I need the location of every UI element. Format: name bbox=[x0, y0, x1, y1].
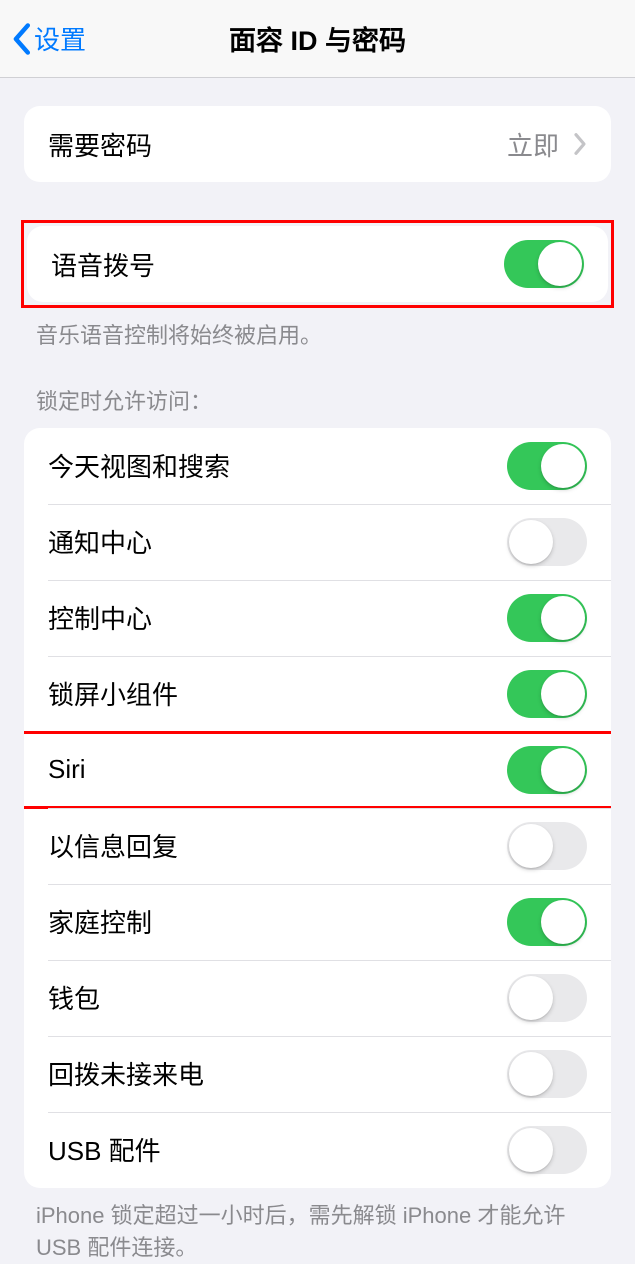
toggle-knob bbox=[509, 1052, 553, 1096]
lock-access-row: 控制中心 bbox=[24, 580, 611, 656]
lock-access-label: 通知中心 bbox=[48, 523, 152, 560]
lock-access-label: Siri bbox=[48, 754, 86, 785]
lock-access-row: 今天视图和搜索 bbox=[24, 428, 611, 504]
toggle-knob bbox=[509, 976, 553, 1020]
lock-access-toggle[interactable] bbox=[507, 518, 587, 566]
back-chevron-icon bbox=[10, 22, 32, 56]
lock-access-row: 锁屏小组件 bbox=[24, 656, 611, 732]
toggle-knob bbox=[541, 444, 585, 488]
toggle-knob bbox=[541, 900, 585, 944]
toggle-knob bbox=[541, 596, 585, 640]
lock-access-label: 今天视图和搜索 bbox=[48, 447, 230, 484]
voice-dial-label: 语音拨号 bbox=[51, 246, 155, 283]
lock-access-label: 回拨未接来电 bbox=[48, 1055, 204, 1092]
toggle-knob bbox=[541, 672, 585, 716]
lock-access-label: USB 配件 bbox=[48, 1131, 161, 1168]
lock-access-row: USB 配件 bbox=[24, 1112, 611, 1188]
lock-access-toggle[interactable] bbox=[507, 974, 587, 1022]
require-passcode-value: 立即 bbox=[507, 126, 559, 163]
lock-access-label: 家庭控制 bbox=[48, 903, 152, 940]
lock-access-row: 回拨未接来电 bbox=[24, 1036, 611, 1112]
lock-access-footer: iPhone 锁定超过一小时后，需先解锁 iPhone 才能允许 USB 配件连… bbox=[0, 1188, 635, 1264]
back-label: 设置 bbox=[34, 20, 86, 57]
page-title: 面容 ID 与密码 bbox=[0, 19, 635, 58]
lock-access-toggle[interactable] bbox=[507, 1050, 587, 1098]
lock-access-toggle[interactable] bbox=[507, 670, 587, 718]
lock-access-toggle[interactable] bbox=[507, 442, 587, 490]
back-button[interactable]: 设置 bbox=[0, 0, 86, 77]
lock-access-toggle[interactable] bbox=[507, 746, 587, 794]
lock-access-group: 今天视图和搜索通知中心控制中心锁屏小组件 Siri 以信息回复家庭控制钱包回拨未接来… bbox=[24, 428, 611, 1188]
voice-dial-row: 语音拨号 bbox=[27, 226, 608, 302]
lock-access-label: 控制中心 bbox=[48, 599, 152, 636]
lock-access-row: 钱包 bbox=[24, 960, 611, 1036]
toggle-knob bbox=[538, 242, 582, 286]
lock-access-toggle[interactable] bbox=[507, 898, 587, 946]
voice-highlight-box: 语音拨号 bbox=[21, 220, 614, 308]
passcode-group: 需要密码 立即 bbox=[24, 106, 611, 182]
toggle-knob bbox=[509, 1128, 553, 1172]
chevron-right-icon bbox=[573, 132, 587, 156]
lock-access-row: 以信息回复 bbox=[24, 808, 611, 884]
voice-dial-footer: 音乐语音控制将始终被启用。 bbox=[0, 308, 635, 352]
toggle-knob bbox=[509, 520, 553, 564]
lock-access-label: 以信息回复 bbox=[48, 827, 178, 864]
require-passcode-label: 需要密码 bbox=[48, 126, 152, 163]
lock-access-label: 锁屏小组件 bbox=[48, 675, 178, 712]
content: 需要密码 立即 语音拨号 音乐语音控制将始终被启用。 锁定时允许访问： 今天视图… bbox=[0, 78, 635, 1264]
lock-access-header: 锁定时允许访问： bbox=[0, 384, 635, 428]
lock-access-toggle[interactable] bbox=[507, 822, 587, 870]
lock-access-toggle[interactable] bbox=[507, 1126, 587, 1174]
require-passcode-value-wrap: 立即 bbox=[507, 126, 587, 163]
voice-dial-toggle[interactable] bbox=[504, 240, 584, 288]
lock-access-row: Siri bbox=[24, 732, 611, 808]
voice-dial-group: 语音拨号 bbox=[27, 226, 608, 302]
require-passcode-row[interactable]: 需要密码 立即 bbox=[24, 106, 611, 182]
lock-access-row: 通知中心 bbox=[24, 504, 611, 580]
toggle-knob bbox=[509, 824, 553, 868]
lock-access-row: 家庭控制 bbox=[24, 884, 611, 960]
lock-access-toggle[interactable] bbox=[507, 594, 587, 642]
lock-access-label: 钱包 bbox=[48, 979, 100, 1016]
nav-bar: 设置 面容 ID 与密码 bbox=[0, 0, 635, 78]
toggle-knob bbox=[541, 748, 585, 792]
